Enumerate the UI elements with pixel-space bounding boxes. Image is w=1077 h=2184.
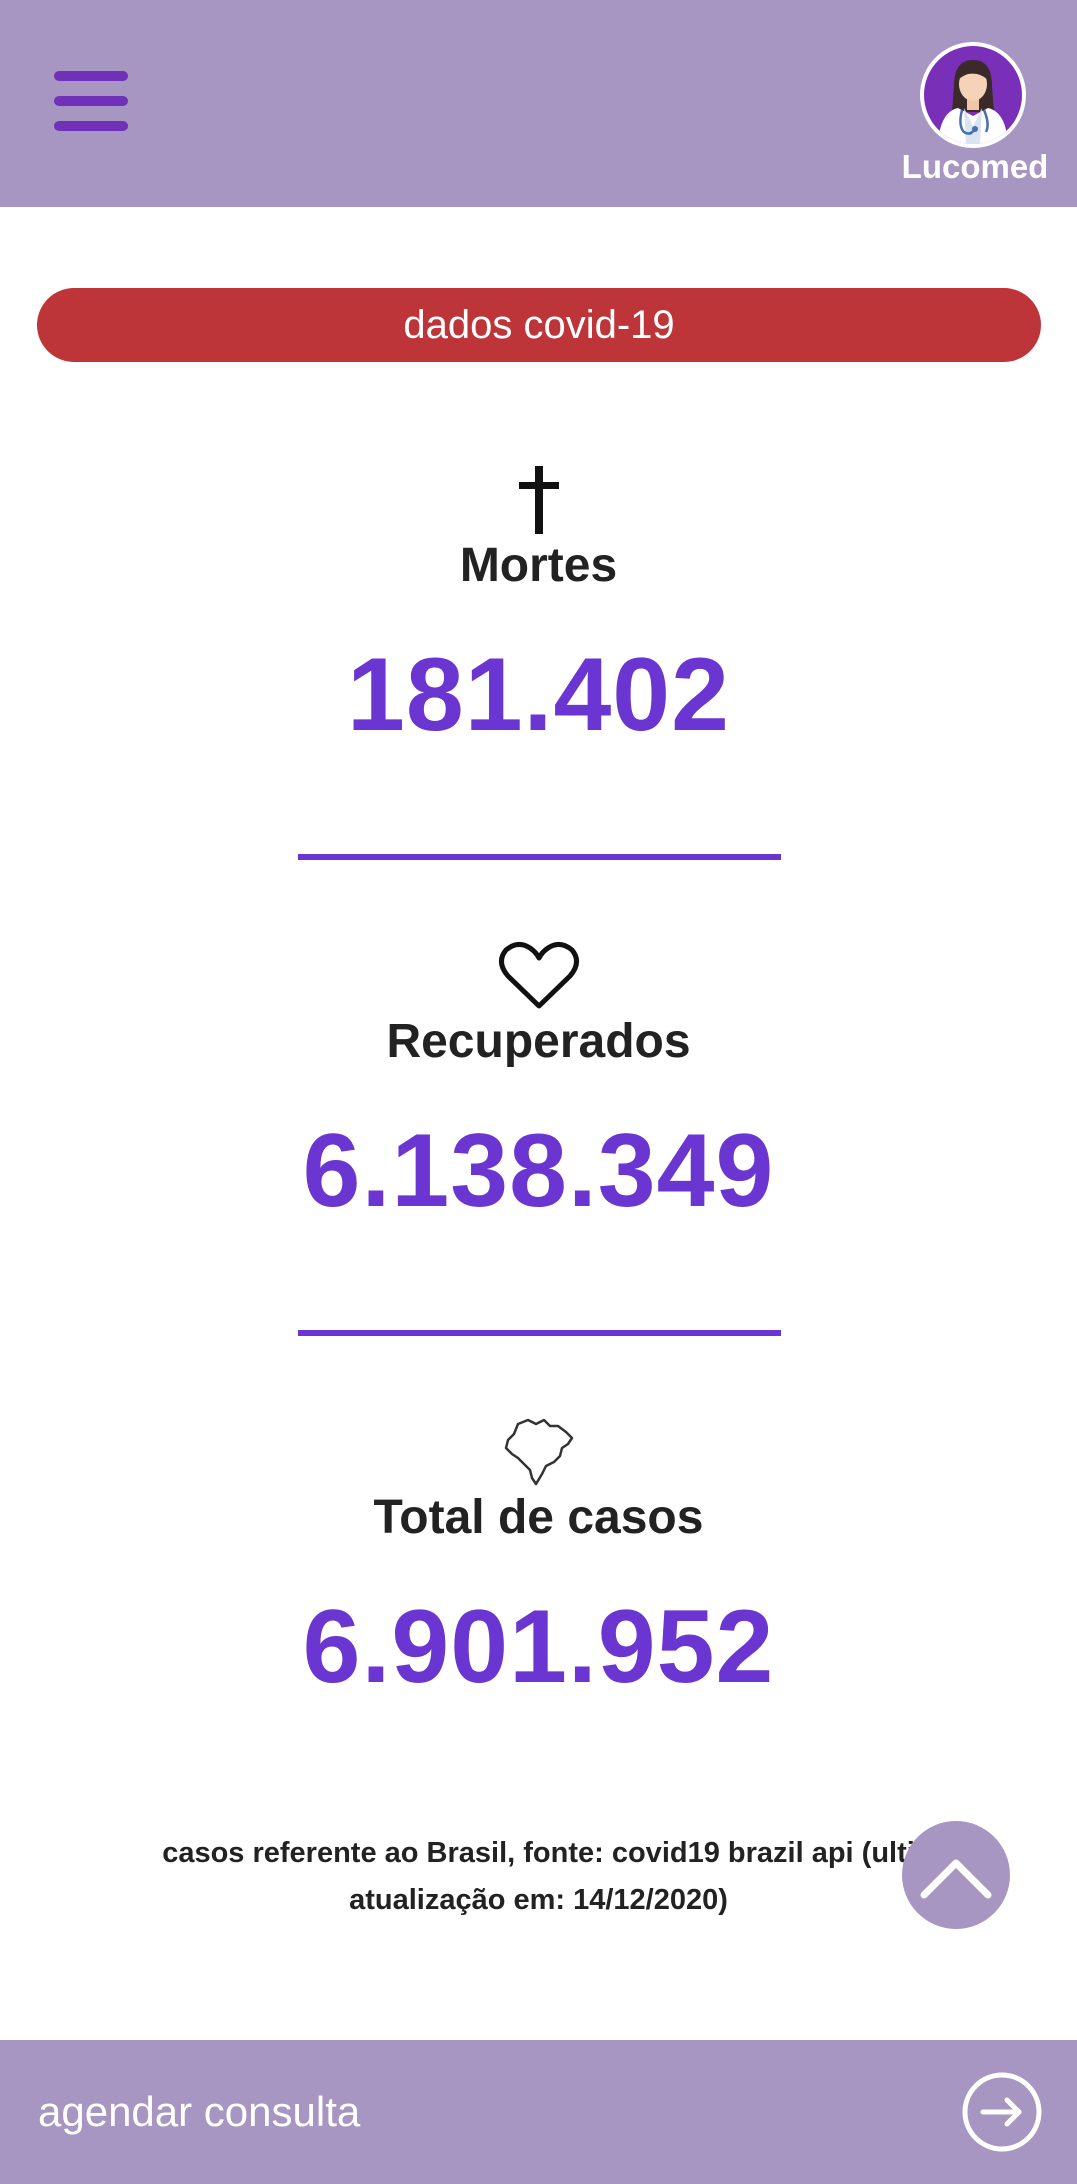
stat-label-total-cases: Total de casos [373, 1491, 704, 1544]
brazil-map-icon [488, 1414, 590, 1490]
stat-value-total-cases: 6.901.952 [302, 1589, 775, 1705]
doctor-avatar-icon [924, 46, 1022, 144]
divider [298, 1330, 781, 1336]
arrow-right-circle-icon[interactable] [961, 2071, 1043, 2153]
footnote-line-1: casos referente ao Brasil, fonte: covid1… [162, 1837, 915, 1869]
hamburger-menu-icon[interactable] [50, 66, 130, 136]
footnote-line-2: atualização em: 14/12/2020) [349, 1884, 728, 1916]
source-footnote: casos referente ao Brasil, fonte: covid1… [110, 1830, 967, 1924]
divider [298, 854, 781, 860]
schedule-appointment-label: agendar consulta [38, 2088, 361, 2135]
scroll-top-button[interactable] [902, 1821, 1010, 1929]
avatar[interactable] [920, 42, 1026, 148]
stat-value-deaths: 181.402 [347, 637, 730, 753]
cross-icon [488, 462, 590, 538]
stat-value-recovered: 6.138.349 [302, 1113, 775, 1229]
app-header: Lucomed [0, 0, 1077, 207]
brand-name: Lucomed [901, 148, 1049, 185]
stat-label-deaths: Mortes [459, 539, 618, 592]
stat-label-recovered: Recuperados [386, 1015, 691, 1068]
chevron-up-icon [920, 1859, 992, 1899]
heart-icon [488, 938, 590, 1014]
schedule-appointment-bar[interactable]: agendar consulta [0, 2040, 1077, 2184]
covid-data-banner: dados covid-19 [37, 288, 1041, 362]
